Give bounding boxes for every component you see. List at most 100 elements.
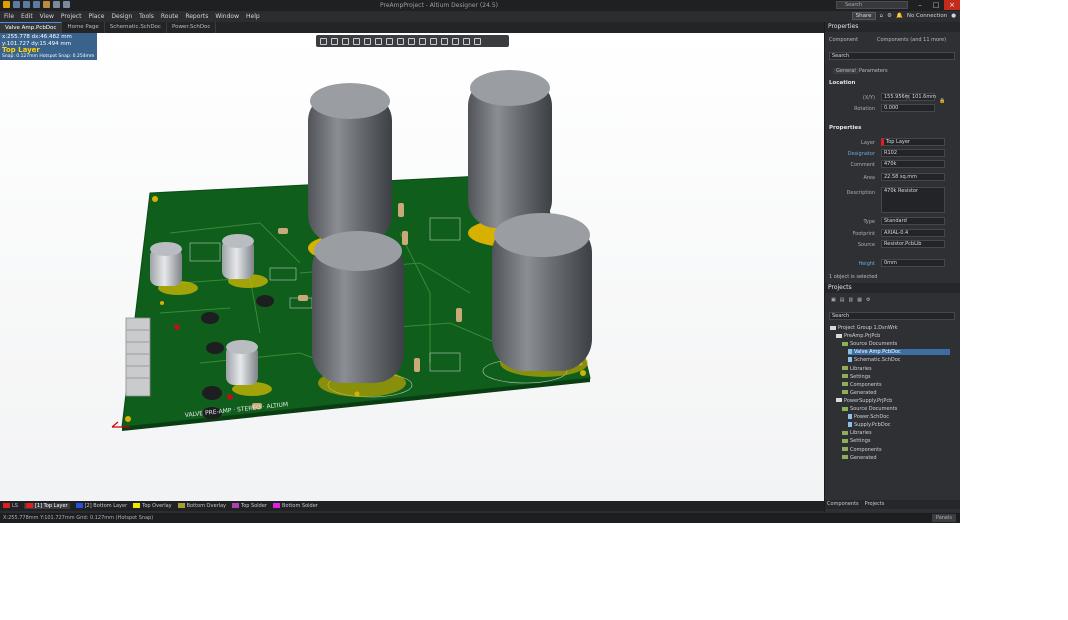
project-tree-item[interactable]: Project Group 1.DsnWrk [830, 325, 950, 331]
project-tree-item[interactable]: PreAmp.PrjPcb [836, 333, 950, 339]
filter-dropdown[interactable]: Components (and 11 more) [877, 37, 946, 43]
tab-general[interactable]: General [833, 68, 859, 74]
menu-window[interactable]: Window [215, 11, 239, 22]
layer-tab[interactable]: Bottom Solder [272, 503, 318, 509]
source-input[interactable]: Resistor.PcbLib [881, 240, 945, 248]
maximize-button[interactable]: □ [928, 0, 944, 10]
layer-tab[interactable]: Bottom Overlay [177, 503, 226, 509]
dimension-icon[interactable] [441, 37, 448, 45]
pcb-3d-viewport[interactable]: VALVE PRE-AMP · STEREO · ALTIUM x:255.77… [0, 33, 824, 501]
panel-tab-projects[interactable]: Projects [865, 500, 885, 509]
select-rect-icon[interactable] [353, 37, 360, 45]
share-button[interactable]: Share [851, 12, 876, 20]
description-input[interactable]: 470k Resistor [881, 187, 945, 213]
new-icon[interactable] [13, 1, 20, 8]
document-tab[interactable]: Valve Amp.PcbDoc [0, 22, 63, 33]
pencil-icon[interactable] [474, 37, 481, 45]
open-icon[interactable] [43, 1, 50, 8]
menu-place[interactable]: Place [88, 11, 104, 22]
terminal-block-left[interactable] [125, 317, 151, 397]
menu-view[interactable]: View [40, 11, 54, 22]
project-tree-item[interactable]: Schematic.SchDoc [848, 357, 950, 363]
line-icon[interactable] [463, 37, 470, 45]
project-tree-item[interactable]: Settings [842, 438, 950, 444]
layer-tab[interactable]: LS [3, 503, 18, 509]
height-input[interactable]: 0mm [881, 259, 945, 267]
project-tree-item[interactable]: Valve Amp.PcbDoc [848, 349, 950, 356]
menu-design[interactable]: Design [111, 11, 132, 22]
panel-tab-components[interactable]: Components [827, 500, 859, 509]
menu-file[interactable]: File [4, 11, 14, 22]
layer-tab[interactable]: Top Overlay [133, 503, 172, 509]
panels-button[interactable]: Panels [931, 514, 956, 522]
menu-reports[interactable]: Reports [185, 11, 208, 22]
via-icon[interactable] [408, 37, 415, 45]
global-search-input[interactable]: Search [836, 1, 908, 9]
polygon-icon[interactable] [419, 37, 426, 45]
layer-tab[interactable]: [2] Bottom Layer [75, 503, 127, 509]
designator-input[interactable]: R102 [881, 149, 945, 157]
route-icon[interactable] [331, 37, 338, 45]
projects-search-input[interactable]: Search [829, 312, 955, 320]
filter-icon[interactable] [320, 37, 327, 45]
project-tree-item[interactable]: Libraries [842, 430, 950, 436]
document-tab[interactable]: Schematic.SchDoc [105, 22, 167, 33]
notifications-icon[interactable]: 🔔 [896, 13, 903, 19]
rotation-input[interactable]: 0.000 [881, 104, 935, 112]
save-all-icon[interactable] [33, 1, 40, 8]
align-icon[interactable] [364, 37, 371, 45]
app-icon[interactable] [3, 1, 10, 8]
comment-input[interactable]: 470k [881, 160, 945, 168]
text-icon[interactable] [452, 37, 459, 45]
place-component-icon[interactable] [375, 37, 382, 45]
redo-icon[interactable] [63, 1, 70, 8]
document-tab[interactable]: Power.SchDoc [167, 22, 217, 33]
y-input[interactable]: 101.6mm [909, 93, 936, 101]
add-icon[interactable] [342, 37, 349, 45]
project-tree-item[interactable]: PowerSupply.PrjPcb [836, 398, 950, 404]
project-folder-icon[interactable]: ▥ [848, 297, 853, 303]
project-open-icon[interactable]: ▤ [840, 297, 845, 303]
menu-project[interactable]: Project [61, 11, 82, 22]
project-tree-item[interactable]: Source Documents [842, 406, 950, 412]
project-tree-item[interactable]: Source Documents [842, 341, 950, 347]
interactive-route-icon[interactable] [386, 37, 393, 45]
save-icon[interactable] [23, 1, 30, 8]
document-tab[interactable]: Home Page [62, 22, 105, 33]
tab-parameters[interactable]: Parameters [859, 68, 888, 74]
undo-icon[interactable] [53, 1, 60, 8]
type-select[interactable]: Standard [881, 217, 945, 225]
project-tree-item[interactable]: Power.SchDoc [848, 414, 950, 420]
home-icon[interactable]: ⌂ [880, 13, 884, 19]
fill-icon[interactable] [430, 37, 437, 45]
menu-tools[interactable]: Tools [139, 11, 154, 22]
layer-tab[interactable]: Top Solder [232, 503, 267, 509]
diff-pair-icon[interactable] [397, 37, 404, 45]
minimize-button[interactable]: – [912, 0, 928, 10]
x-input[interactable]: 155.956mm [881, 93, 914, 101]
footprint-input[interactable]: AXIAL-0.4 [881, 229, 945, 237]
menu-help[interactable]: Help [246, 11, 260, 22]
project-tree-item[interactable]: Libraries [842, 366, 950, 372]
layer-tab[interactable]: [1] Top Layer [23, 503, 70, 509]
project-settings-icon[interactable]: ⚙ [866, 297, 870, 303]
project-tree-item[interactable]: Settings [842, 374, 950, 380]
no-connection-label[interactable]: No Connection [907, 13, 947, 19]
project-save-icon[interactable]: ▣ [831, 297, 836, 303]
gear-icon[interactable]: ⚙ [887, 13, 892, 19]
project-tree-item[interactable]: Components [842, 447, 950, 453]
properties-search-input[interactable]: Search [829, 52, 955, 60]
location-section-header[interactable]: Location [829, 80, 855, 86]
layer-select[interactable]: Top Layer [881, 138, 945, 146]
project-tree-item[interactable]: Generated [842, 390, 950, 396]
lock-icon[interactable]: 🔒 [939, 98, 945, 104]
menu-edit[interactable]: Edit [21, 11, 33, 22]
properties-section-header[interactable]: Properties [829, 125, 861, 131]
menu-route[interactable]: Route [161, 11, 178, 22]
project-tree-item[interactable]: Generated [842, 455, 950, 461]
project-tree-item[interactable]: Components [842, 382, 950, 388]
project-tree-item[interactable]: Supply.PcbDoc [848, 422, 950, 428]
user-icon[interactable]: ● [951, 13, 956, 19]
close-button[interactable]: × [944, 0, 960, 10]
project-add-icon[interactable]: ▦ [857, 297, 862, 303]
